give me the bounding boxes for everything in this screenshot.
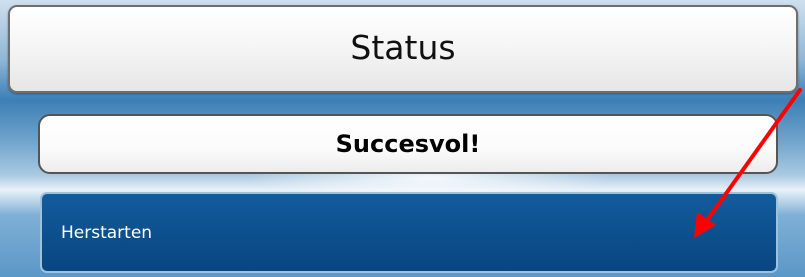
status-header: Status [8,5,798,93]
page-title: Status [350,27,456,67]
success-message: Succesvol! [335,130,481,158]
restart-button[interactable]: Herstarten [40,192,778,273]
restart-button-label: Herstarten [61,222,153,243]
success-message-box: Succesvol! [38,114,778,174]
